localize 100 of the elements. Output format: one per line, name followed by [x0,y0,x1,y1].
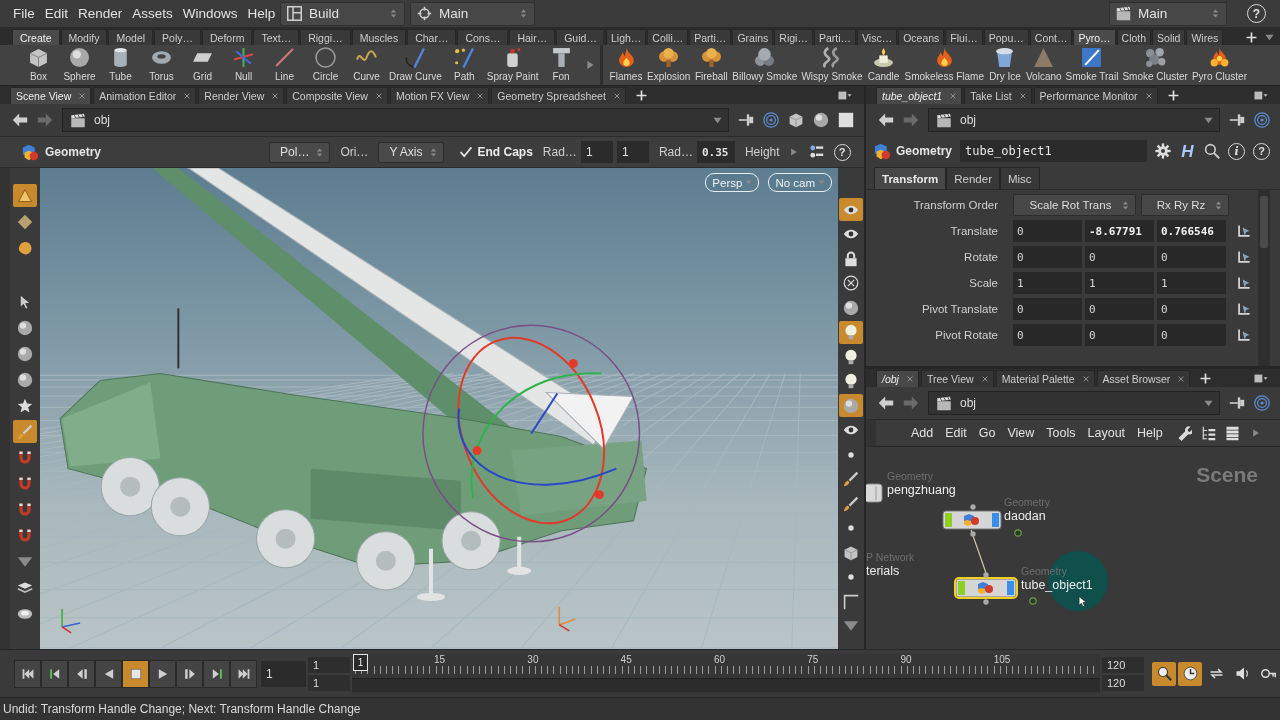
shelf-tool-button[interactable]: Smoke Trail [1063,45,1121,85]
axes-pointer-icon[interactable] [1237,302,1251,316]
parameter-field[interactable]: 0 [1157,246,1226,268]
layout-dropdown[interactable]: Main [410,1,535,26]
shelf-tool-button[interactable]: Wispy Smoke [799,45,865,85]
back-arrow-icon[interactable] [878,395,894,411]
axes-pointer-icon[interactable] [1237,224,1251,238]
caret-icon[interactable] [1265,33,1274,42]
close-icon[interactable] [477,93,484,99]
shelf-tab[interactable]: Grains [732,29,774,45]
sphere-icon[interactable] [813,112,829,128]
shelf-tool-button[interactable]: Tube [100,45,141,85]
shelf-tool-button[interactable]: Pyro Cluster [1189,45,1249,85]
menu-item[interactable]: Tools [1041,426,1081,440]
shelf-tab[interactable]: Wires [1186,29,1224,45]
shelf-tab[interactable]: Popu… [983,29,1029,45]
shelf-tool-button[interactable]: Null [223,45,264,85]
radius-field[interactable]: 1 [616,141,649,163]
scene-dropdown[interactable]: Main [1109,1,1227,26]
shelf-tab[interactable]: Model [108,29,154,45]
shelf-tab[interactable]: Parti… [689,29,732,45]
current-frame-marker[interactable]: 1 [353,653,368,671]
pane-tab[interactable]: Composite View [286,87,388,104]
parameter-dropdown[interactable]: Rx Ry Rz [1141,194,1229,216]
shelf-tab[interactable]: Visc… [857,29,898,45]
pane-tab[interactable]: Geometry Spreadsheet [491,87,626,104]
display-option-button[interactable] [839,320,863,344]
shelf-tool-button[interactable]: Volcano [1024,45,1064,85]
gear-icon[interactable] [1154,143,1171,159]
shapes-icon[interactable] [22,143,39,161]
menu-item[interactable]: Edit [940,426,972,440]
menu-item[interactable]: Render [73,6,128,21]
frame-field[interactable]: 1 [261,660,306,687]
pane-tab[interactable]: Motion FX View [389,87,490,104]
connector-dot-icon[interactable] [970,504,976,510]
end-caps-checkbox[interactable]: End Caps [459,145,533,159]
shelf-tab[interactable]: Hair… [509,29,556,45]
shelf-tab[interactable]: Ligh… [606,29,647,45]
pane-menu-icon[interactable] [1252,372,1270,385]
pin-icon[interactable] [738,112,754,128]
menu-item[interactable]: Layout [1082,426,1131,440]
menu-item[interactable]: Go [973,426,1001,440]
shelf-tool-button[interactable]: Spray Paint [484,45,541,85]
parameter-field[interactable]: 1 [1013,272,1082,294]
parameter-field[interactable]: 0 [1013,324,1082,346]
pin-icon[interactable] [1229,112,1245,128]
menu-item[interactable]: Assets [127,6,178,21]
shelf-tool-button[interactable]: Line [264,45,305,85]
display-flag-icon[interactable] [1029,597,1037,605]
shelf-tab[interactable]: Parti… [813,29,856,45]
path-field[interactable]: obj [62,108,729,132]
target-icon[interactable] [1254,112,1270,128]
parameter-field[interactable]: -8.67791 [1085,220,1154,242]
playback-button[interactable] [41,659,68,688]
plus-icon[interactable] [1200,373,1212,384]
shelf-tab[interactable]: Rigi… [774,29,813,45]
shelf-tab[interactable]: Oceans [898,29,945,45]
close-icon[interactable] [1082,376,1089,382]
pane-tab[interactable]: Tree View [920,370,994,387]
close-icon[interactable] [375,93,382,99]
shelf-tool-button[interactable]: Candle [864,45,903,85]
display-flag-icon[interactable] [1014,529,1022,537]
parameter-field[interactable]: 0 [1013,246,1082,268]
shelf-tab[interactable]: Solid [1152,29,1186,45]
right-caret-icon[interactable] [585,59,595,71]
pane-tab[interactable]: Scene View [10,87,92,104]
parameter-field[interactable]: 0 [1013,220,1082,242]
menu-item[interactable]: Help [242,6,281,21]
parameter-field[interactable]: 0 [1085,246,1154,268]
connector-dot-icon[interactable] [970,531,976,537]
shelf-tab[interactable]: Modify [60,29,108,45]
connector-dot-icon[interactable] [983,572,989,578]
shelf-tool-button[interactable]: Fon [540,45,582,85]
right-caret-icon[interactable] [1251,428,1260,438]
shelf-tool-button[interactable]: Circle [305,45,346,85]
primitive-type-dropdown[interactable]: Pol… [269,141,331,163]
shelf-tool-button[interactable]: Curve [346,45,387,85]
parameter-field[interactable]: 0.766546 [1157,220,1226,242]
plus-icon[interactable] [1246,32,1257,43]
shelf-tab[interactable]: Char… [407,29,457,45]
geometry-node[interactable] [954,577,1018,599]
shelf-tab[interactable]: Muscles [351,29,407,45]
playback-button[interactable] [176,659,203,688]
geometry-node[interactable] [941,509,1003,531]
parameter-field[interactable]: 0 [1157,298,1226,320]
shelf-tool-button[interactable]: Flames [607,45,645,85]
axes-pointer-icon[interactable] [1237,276,1251,290]
pane-tab[interactable]: /obj [876,370,919,387]
close-icon[interactable] [1019,93,1026,99]
cube-icon[interactable] [788,112,804,128]
shelf-tool-button[interactable]: Grid [182,45,223,85]
square-icon[interactable] [838,112,854,128]
close-icon[interactable] [1178,376,1185,382]
close-icon[interactable] [79,93,86,99]
path-field[interactable]: obj [928,108,1220,132]
shelf-tab[interactable]: Flui… [945,29,983,45]
menu-item[interactable]: File [8,6,40,21]
pane-tab[interactable]: Asset Browser [1096,370,1191,387]
axes-pointer-icon[interactable] [1237,328,1251,342]
pane-tab[interactable]: Take List [964,87,1032,104]
